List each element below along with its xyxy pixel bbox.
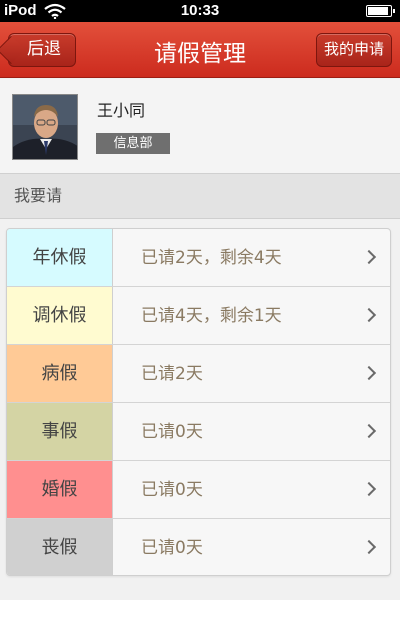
leave-row-bereavement[interactable]: 丧假 已请0天 xyxy=(7,519,390,575)
leave-type-label: 丧假 xyxy=(7,519,113,575)
leave-type-label: 婚假 xyxy=(7,461,113,518)
leave-row-personal[interactable]: 事假 已请0天 xyxy=(7,403,390,461)
chevron-right-icon xyxy=(361,539,377,555)
leave-status: 已请0天 xyxy=(141,538,203,558)
leave-row-marriage[interactable]: 婚假 已请0天 xyxy=(7,461,390,519)
leave-status: 已请2天 xyxy=(141,364,203,384)
leave-row-sick[interactable]: 病假 已请2天 xyxy=(7,345,390,403)
section-header: 我要请 xyxy=(0,173,400,219)
my-applications-button[interactable]: 我的申请 xyxy=(316,33,392,67)
user-profile: 王小同 信息部 xyxy=(0,79,400,173)
navigation-bar: 后退 请假管理 我的申请 xyxy=(0,22,400,78)
leave-status: 已请2天，剩余4天 xyxy=(141,248,282,268)
avatar xyxy=(12,94,78,160)
battery-icon xyxy=(366,5,395,17)
leave-type-label: 事假 xyxy=(7,403,113,460)
user-name: 王小同 xyxy=(97,101,146,120)
leave-type-list: 年休假 已请2天，剩余4天 调休假 已请4天，剩余1天 病假 已请2天 事假 已… xyxy=(6,228,391,576)
leave-status: 已请0天 xyxy=(141,480,203,500)
chevron-right-icon xyxy=(361,249,377,265)
clock: 10:33 xyxy=(180,2,220,19)
department-badge: 信息部 xyxy=(96,133,170,154)
chevron-right-icon xyxy=(361,481,377,497)
leave-type-label: 年休假 xyxy=(7,229,113,286)
leave-status: 已请4天，剩余1天 xyxy=(141,306,282,326)
chevron-right-icon xyxy=(361,307,377,323)
leave-type-label: 调休假 xyxy=(7,287,113,344)
leave-row-annual[interactable]: 年休假 已请2天，剩余4天 xyxy=(7,229,390,287)
chevron-right-icon xyxy=(361,423,377,439)
status-bar: iPod 10:33 xyxy=(0,0,400,22)
leave-type-label: 病假 xyxy=(7,345,113,402)
leave-status: 已请0天 xyxy=(141,422,203,442)
leave-row-compensatory[interactable]: 调休假 已请4天，剩余1天 xyxy=(7,287,390,345)
chevron-right-icon xyxy=(361,365,377,381)
bottom-spacer xyxy=(0,600,400,636)
